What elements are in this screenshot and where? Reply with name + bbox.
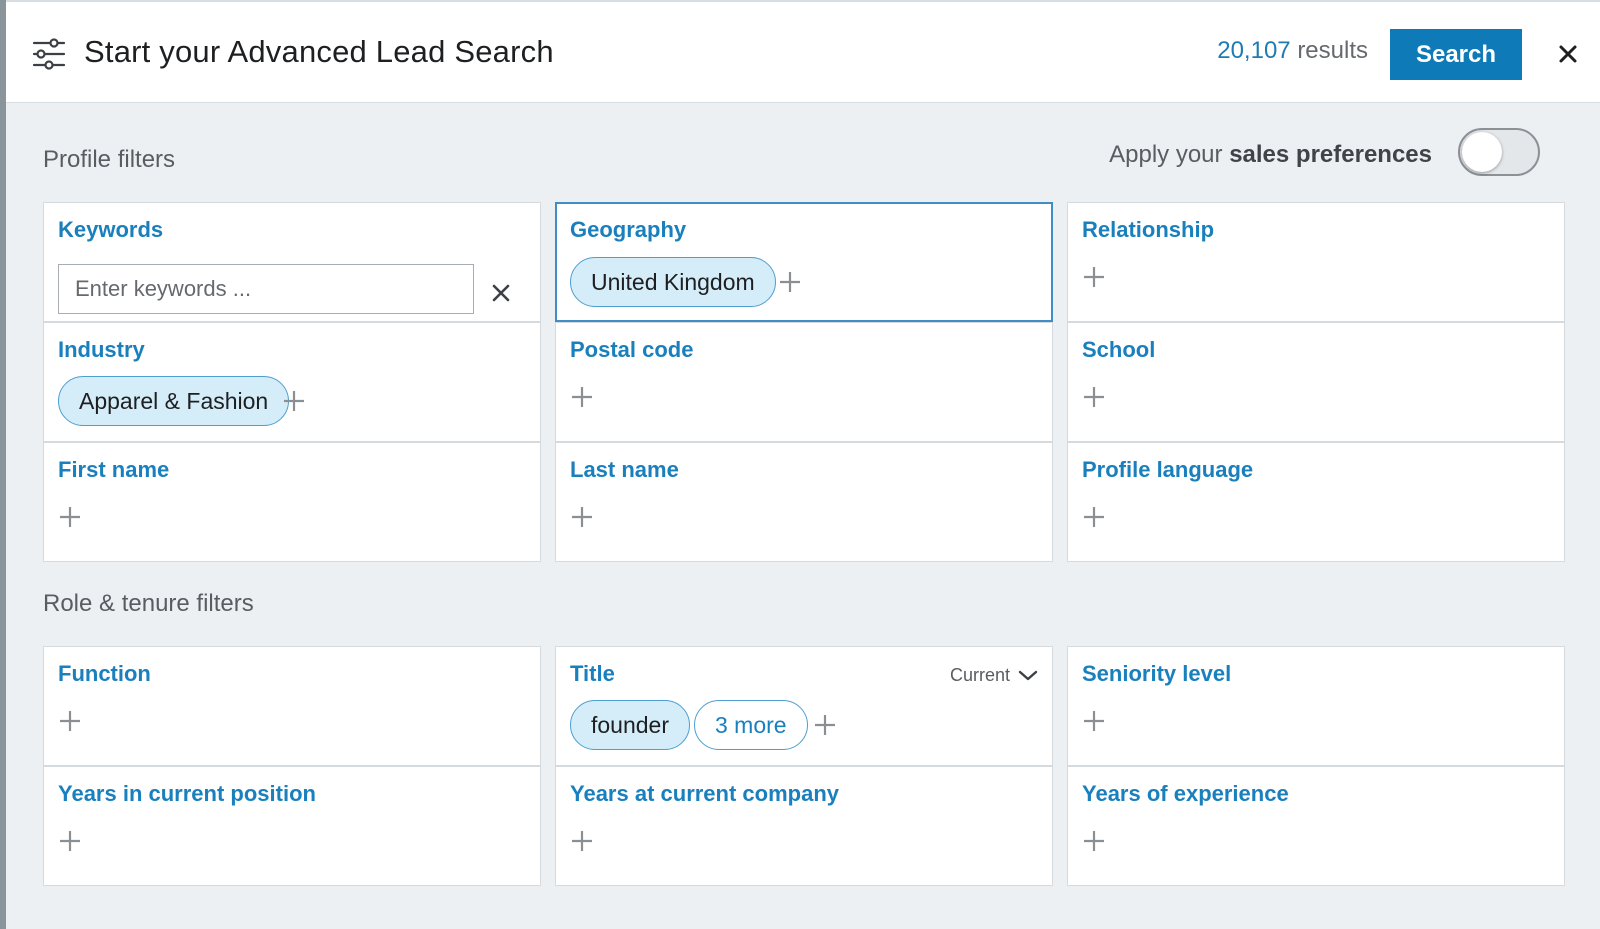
filter-profile-language[interactable]: Profile language	[1067, 442, 1565, 562]
filter-relationship[interactable]: Relationship	[1067, 202, 1565, 322]
add-icon[interactable]	[1082, 385, 1106, 409]
toggle-knob	[1462, 132, 1502, 172]
role-filters-heading: Role & tenure filters	[43, 590, 254, 617]
filter-postal-code[interactable]: Postal code	[555, 322, 1053, 442]
title-tag[interactable]: founder	[570, 700, 691, 750]
add-icon[interactable]	[58, 505, 82, 529]
title-scope-dropdown[interactable]: Current	[950, 665, 1038, 686]
filter-years-in-position[interactable]: Years in current position	[43, 766, 541, 886]
page-title: Start your Advanced Lead Search	[84, 34, 554, 69]
filter-label: Seniority level	[1082, 661, 1232, 686]
advanced-search-modal: Start your Advanced Lead Search 20,107 r…	[6, 0, 1600, 929]
add-icon[interactable]	[1082, 265, 1106, 289]
clear-icon[interactable]	[491, 283, 511, 303]
filter-years-at-company[interactable]: Years at current company	[555, 766, 1053, 886]
filter-label: Years in current position	[58, 781, 316, 806]
filter-label: Industry	[58, 337, 145, 362]
filter-label: Last name	[570, 457, 679, 482]
filter-title: Title Current founder 3 more	[555, 646, 1053, 766]
add-icon[interactable]	[282, 389, 306, 413]
sales-preferences-toggle[interactable]	[1458, 128, 1540, 176]
results-number: 20,107	[1217, 37, 1291, 64]
results-suffix: results	[1297, 37, 1368, 64]
filter-label: Profile language	[1082, 457, 1254, 482]
filter-label: Years at current company	[570, 781, 840, 806]
filter-label: School	[1082, 337, 1156, 362]
filter-label: Postal code	[570, 337, 694, 362]
add-icon[interactable]	[570, 385, 594, 409]
prefs-bold: sales preferences	[1229, 141, 1432, 168]
filter-label: Keywords	[58, 217, 164, 242]
filter-label: Geography	[570, 217, 687, 242]
add-icon[interactable]	[570, 829, 594, 853]
filter-label: Function	[58, 661, 151, 686]
filter-industry: Industry Apparel & Fashion	[43, 322, 541, 442]
add-icon[interactable]	[1082, 709, 1106, 733]
add-icon[interactable]	[58, 709, 82, 733]
add-icon[interactable]	[813, 713, 837, 737]
filter-last-name[interactable]: Last name	[555, 442, 1053, 562]
keywords-input[interactable]	[58, 264, 474, 314]
profile-filters-grid: Keywords Geography United Kingdom Relati…	[43, 202, 1577, 562]
filter-label: Title	[570, 661, 615, 686]
modal-header: Start your Advanced Lead Search 20,107 r…	[6, 0, 1600, 103]
filter-first-name[interactable]: First name	[43, 442, 541, 562]
add-icon[interactable]	[1082, 505, 1106, 529]
prefs-prefix: Apply your	[1109, 141, 1223, 168]
add-icon[interactable]	[58, 829, 82, 853]
chevron-down-icon	[1018, 670, 1038, 680]
search-button[interactable]: Search	[1390, 29, 1522, 80]
industry-tag[interactable]: Apparel & Fashion	[58, 376, 290, 426]
sales-preferences-label: Apply your sales preferences	[1109, 141, 1432, 169]
role-filters-grid: Function Title Current founder 3 more Se…	[43, 646, 1577, 886]
filter-school[interactable]: School	[1067, 322, 1565, 442]
add-icon[interactable]	[1082, 829, 1106, 853]
geography-tag[interactable]: United Kingdom	[570, 257, 776, 307]
filter-function[interactable]: Function	[43, 646, 541, 766]
filter-seniority-level[interactable]: Seniority level	[1067, 646, 1565, 766]
filter-label: First name	[58, 457, 170, 482]
filter-keywords: Keywords	[43, 202, 541, 322]
filter-label: Years of experience	[1082, 781, 1289, 806]
filter-sliders-icon	[32, 38, 66, 70]
filter-label: Relationship	[1082, 217, 1215, 242]
add-icon[interactable]	[570, 505, 594, 529]
filter-geography: Geography United Kingdom	[555, 202, 1053, 322]
close-icon[interactable]	[1554, 40, 1582, 68]
more-tags-button[interactable]: 3 more	[694, 700, 808, 750]
results-count: 20,107 results	[1217, 37, 1368, 65]
add-icon[interactable]	[778, 270, 802, 294]
dropdown-value: Current	[949, 665, 1010, 685]
profile-filters-heading: Profile filters	[43, 146, 176, 173]
filter-years-of-experience[interactable]: Years of experience	[1067, 766, 1565, 886]
